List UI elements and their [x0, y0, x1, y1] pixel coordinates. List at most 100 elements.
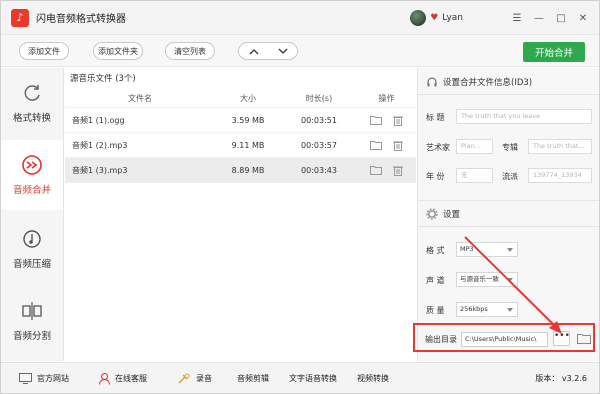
app-logo-icon: ♪	[11, 8, 29, 27]
file-list-columns: 文件名 大小 时长(s) 操作	[65, 90, 416, 108]
clear-list-button[interactable]: 清空列表	[165, 42, 215, 60]
add-file-button[interactable]: 添加文件	[19, 42, 69, 60]
close-icon[interactable]: ✕	[575, 13, 591, 24]
quality-value: 256kbps	[460, 305, 488, 313]
maximize-icon[interactable]: □	[553, 13, 569, 24]
audio-edit-link[interactable]: 音频剪辑	[237, 363, 269, 394]
sidebar-item-audio-merge[interactable]: 音频合并	[1, 140, 63, 210]
trash-icon[interactable]	[392, 140, 404, 151]
move-up-button[interactable]	[239, 43, 268, 59]
split-icon	[21, 300, 43, 322]
sidebar: 格式转换 音频合并 音频压缩 音频分割	[1, 68, 64, 361]
sidebar-item-label: 音频压缩	[12, 259, 51, 270]
status-bar: 官方网站 在线客服 录音 音频剪辑 文字语音转换 视频转换 版本： v3.2.6	[1, 362, 599, 393]
username[interactable]: Lyan	[442, 13, 463, 23]
add-folder-button[interactable]: 添加文件夹	[93, 42, 143, 60]
app-title: 闪电音频格式转换器	[36, 14, 126, 25]
browse-button[interactable]: •••	[553, 331, 570, 346]
sidebar-item-label: 格式转换	[12, 113, 51, 124]
microphone-icon	[177, 373, 191, 385]
vip-heart-icon: ♥	[430, 13, 439, 23]
table-row[interactable]: 音频1 (2).mp3 9.11 MB 00:03:57	[65, 133, 416, 158]
column-size: 大小	[240, 94, 256, 103]
trash-icon[interactable]	[392, 115, 404, 126]
tts-link[interactable]: 文字语音转换	[289, 363, 337, 394]
sidebar-item-label: 音频合并	[12, 185, 51, 196]
output-directory-box: 输出目录 C:\Users\Public\Music\ •••	[413, 323, 595, 352]
sidebar-item-label: 音频分割	[12, 331, 51, 342]
sidebar-item-audio-split[interactable]: 音频分割	[1, 286, 63, 356]
version-text: 版本： v3.2.6	[535, 374, 587, 383]
sidebar-item-format-convert[interactable]: 格式转换	[1, 68, 63, 138]
channel-label: 声 道	[426, 276, 445, 285]
output-label: 输出目录	[425, 335, 457, 344]
minimize-icon[interactable]: —	[531, 13, 547, 24]
open-folder-icon[interactable]	[369, 115, 382, 126]
row-actions	[357, 165, 416, 176]
settings-panel: 设置合并文件信息(ID3) 标 题 The truth that you lea…	[413, 68, 599, 361]
title-field[interactable]: The truth that you leave	[456, 109, 592, 124]
file-size: 3.59 MB	[231, 115, 265, 125]
sidebar-item-audio-compress[interactable]: 音频压缩	[1, 214, 63, 284]
artist-field[interactable]: Pian...	[456, 139, 493, 154]
support-label: 在线客服	[115, 374, 147, 383]
file-list-header: 源音乐文件 (3个)	[70, 74, 136, 84]
id3-title-text: 设置合并文件信息(ID3)	[443, 78, 533, 88]
monitor-icon	[19, 373, 32, 384]
quality-label: 质 量	[426, 306, 445, 315]
chevron-down-icon	[507, 278, 513, 282]
user-icon	[99, 372, 110, 385]
chevron-down-icon	[507, 248, 513, 252]
format-select[interactable]: MP3	[456, 242, 518, 257]
genre-field[interactable]: 139774_13934	[528, 168, 592, 183]
file-name: 音频1 (2).mp3	[72, 140, 128, 150]
merge-icon	[21, 154, 43, 176]
headphones-icon	[427, 77, 437, 87]
title-bar-right: ♥ Lyan ☰ — □ ✕	[410, 1, 591, 35]
chevron-up-icon	[249, 48, 258, 54]
quality-select[interactable]: 256kbps	[456, 302, 518, 317]
website-link[interactable]: 官方网站	[19, 363, 69, 394]
divider	[418, 94, 599, 95]
channel-value: 与源音乐一致	[460, 275, 499, 283]
file-name: 音频1 (1).ogg	[72, 115, 125, 125]
output-path-field[interactable]: C:\Users\Public\Music\	[461, 332, 548, 347]
column-actions: 操作	[378, 94, 395, 103]
record-link[interactable]: 录音	[177, 363, 212, 394]
divider	[418, 226, 599, 227]
avatar[interactable]	[410, 10, 427, 26]
divider	[418, 200, 599, 201]
album-field[interactable]: The truth that...	[528, 139, 592, 154]
title-bar: ♪ 闪电音频格式转换器 ♥ Lyan ☰ — □ ✕	[1, 1, 599, 35]
start-merge-button[interactable]: 开始合并	[523, 42, 585, 62]
table-row[interactable]: 音频1 (1).ogg 3.59 MB 00:03:51	[65, 108, 416, 133]
table-row[interactable]: 音频1 (3).mp3 8.89 MB 00:03:43	[65, 158, 416, 183]
video-convert-link[interactable]: 视频转换	[357, 363, 389, 394]
folder-icon[interactable]	[577, 333, 591, 344]
id3-section-title: 设置合并文件信息(ID3)	[426, 76, 532, 88]
row-actions	[357, 140, 416, 151]
artist-label: 艺术家	[426, 143, 450, 152]
genre-label: 流派	[502, 172, 518, 181]
settings-section-title: 设置	[426, 208, 460, 220]
year-label: 年 份	[426, 172, 445, 181]
title-label: 标 题	[426, 113, 445, 122]
file-list-panel: 源音乐文件 (3个) 文件名 大小 时长(s) 操作 音频1 (1).ogg 3…	[65, 68, 416, 361]
menu-icon[interactable]: ☰	[509, 13, 525, 24]
website-label: 官方网站	[37, 374, 69, 383]
album-label: 专辑	[502, 143, 518, 152]
move-down-button[interactable]	[268, 43, 297, 59]
chevron-down-icon	[507, 308, 513, 312]
open-folder-icon[interactable]	[369, 140, 382, 151]
app-window: ♪ 闪电音频格式转换器 ♥ Lyan ☰ — □ ✕ 添加文件 添加文件夹 清空…	[0, 0, 600, 394]
row-actions	[357, 115, 416, 126]
move-buttons	[238, 42, 298, 60]
open-folder-icon[interactable]	[369, 165, 382, 176]
channel-select[interactable]: 与源音乐一致	[456, 272, 518, 287]
trash-icon[interactable]	[392, 165, 404, 176]
chevron-down-icon	[278, 48, 287, 54]
column-name: 文件名	[128, 94, 152, 103]
support-link[interactable]: 在线客服	[99, 363, 147, 394]
format-value: MP3	[460, 245, 474, 253]
year-field[interactable]: 无	[456, 168, 493, 183]
